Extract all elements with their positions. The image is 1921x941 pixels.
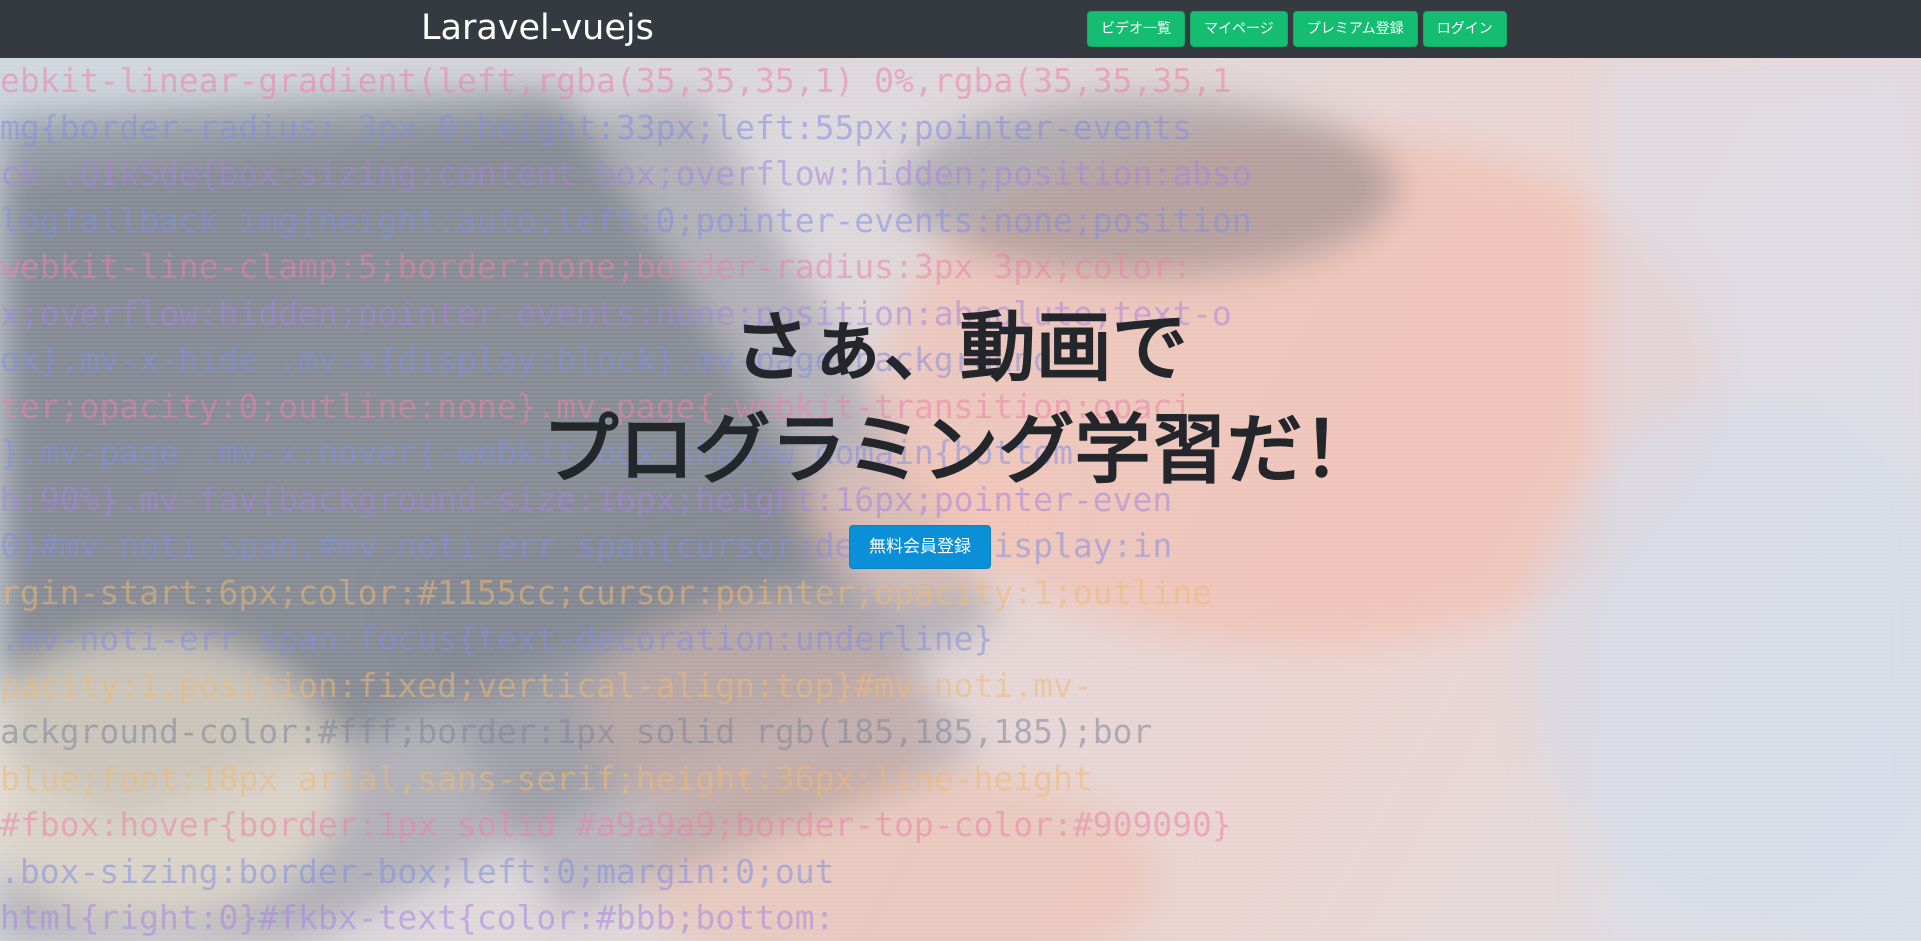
hero-section: ebkit-linear-gradient(left,rgba(35,35,35…: [0, 58, 1921, 941]
brand-logo-link[interactable]: Laravel-vuejs: [421, 8, 654, 48]
hero-background-photo: [0, 58, 1921, 941]
hero-headline-line2: プログラミング学習だ！: [542, 405, 1379, 494]
free-signup-button[interactable]: 無料会員登録: [849, 525, 991, 569]
video-list-button[interactable]: ビデオ一覧: [1087, 11, 1185, 47]
top-navbar: Laravel-vuejs ビデオ一覧 マイページ プレミアム登録 ログイン: [0, 0, 1921, 58]
mypage-button[interactable]: マイページ: [1190, 11, 1288, 47]
premium-register-button[interactable]: プレミアム登録: [1292, 11, 1418, 47]
login-button[interactable]: ログイン: [1422, 11, 1507, 47]
nav-button-group: ビデオ一覧 マイページ プレミアム登録 ログイン: [1087, 11, 1507, 47]
hero-headline-line1: さぁ、動画で: [733, 303, 1188, 392]
